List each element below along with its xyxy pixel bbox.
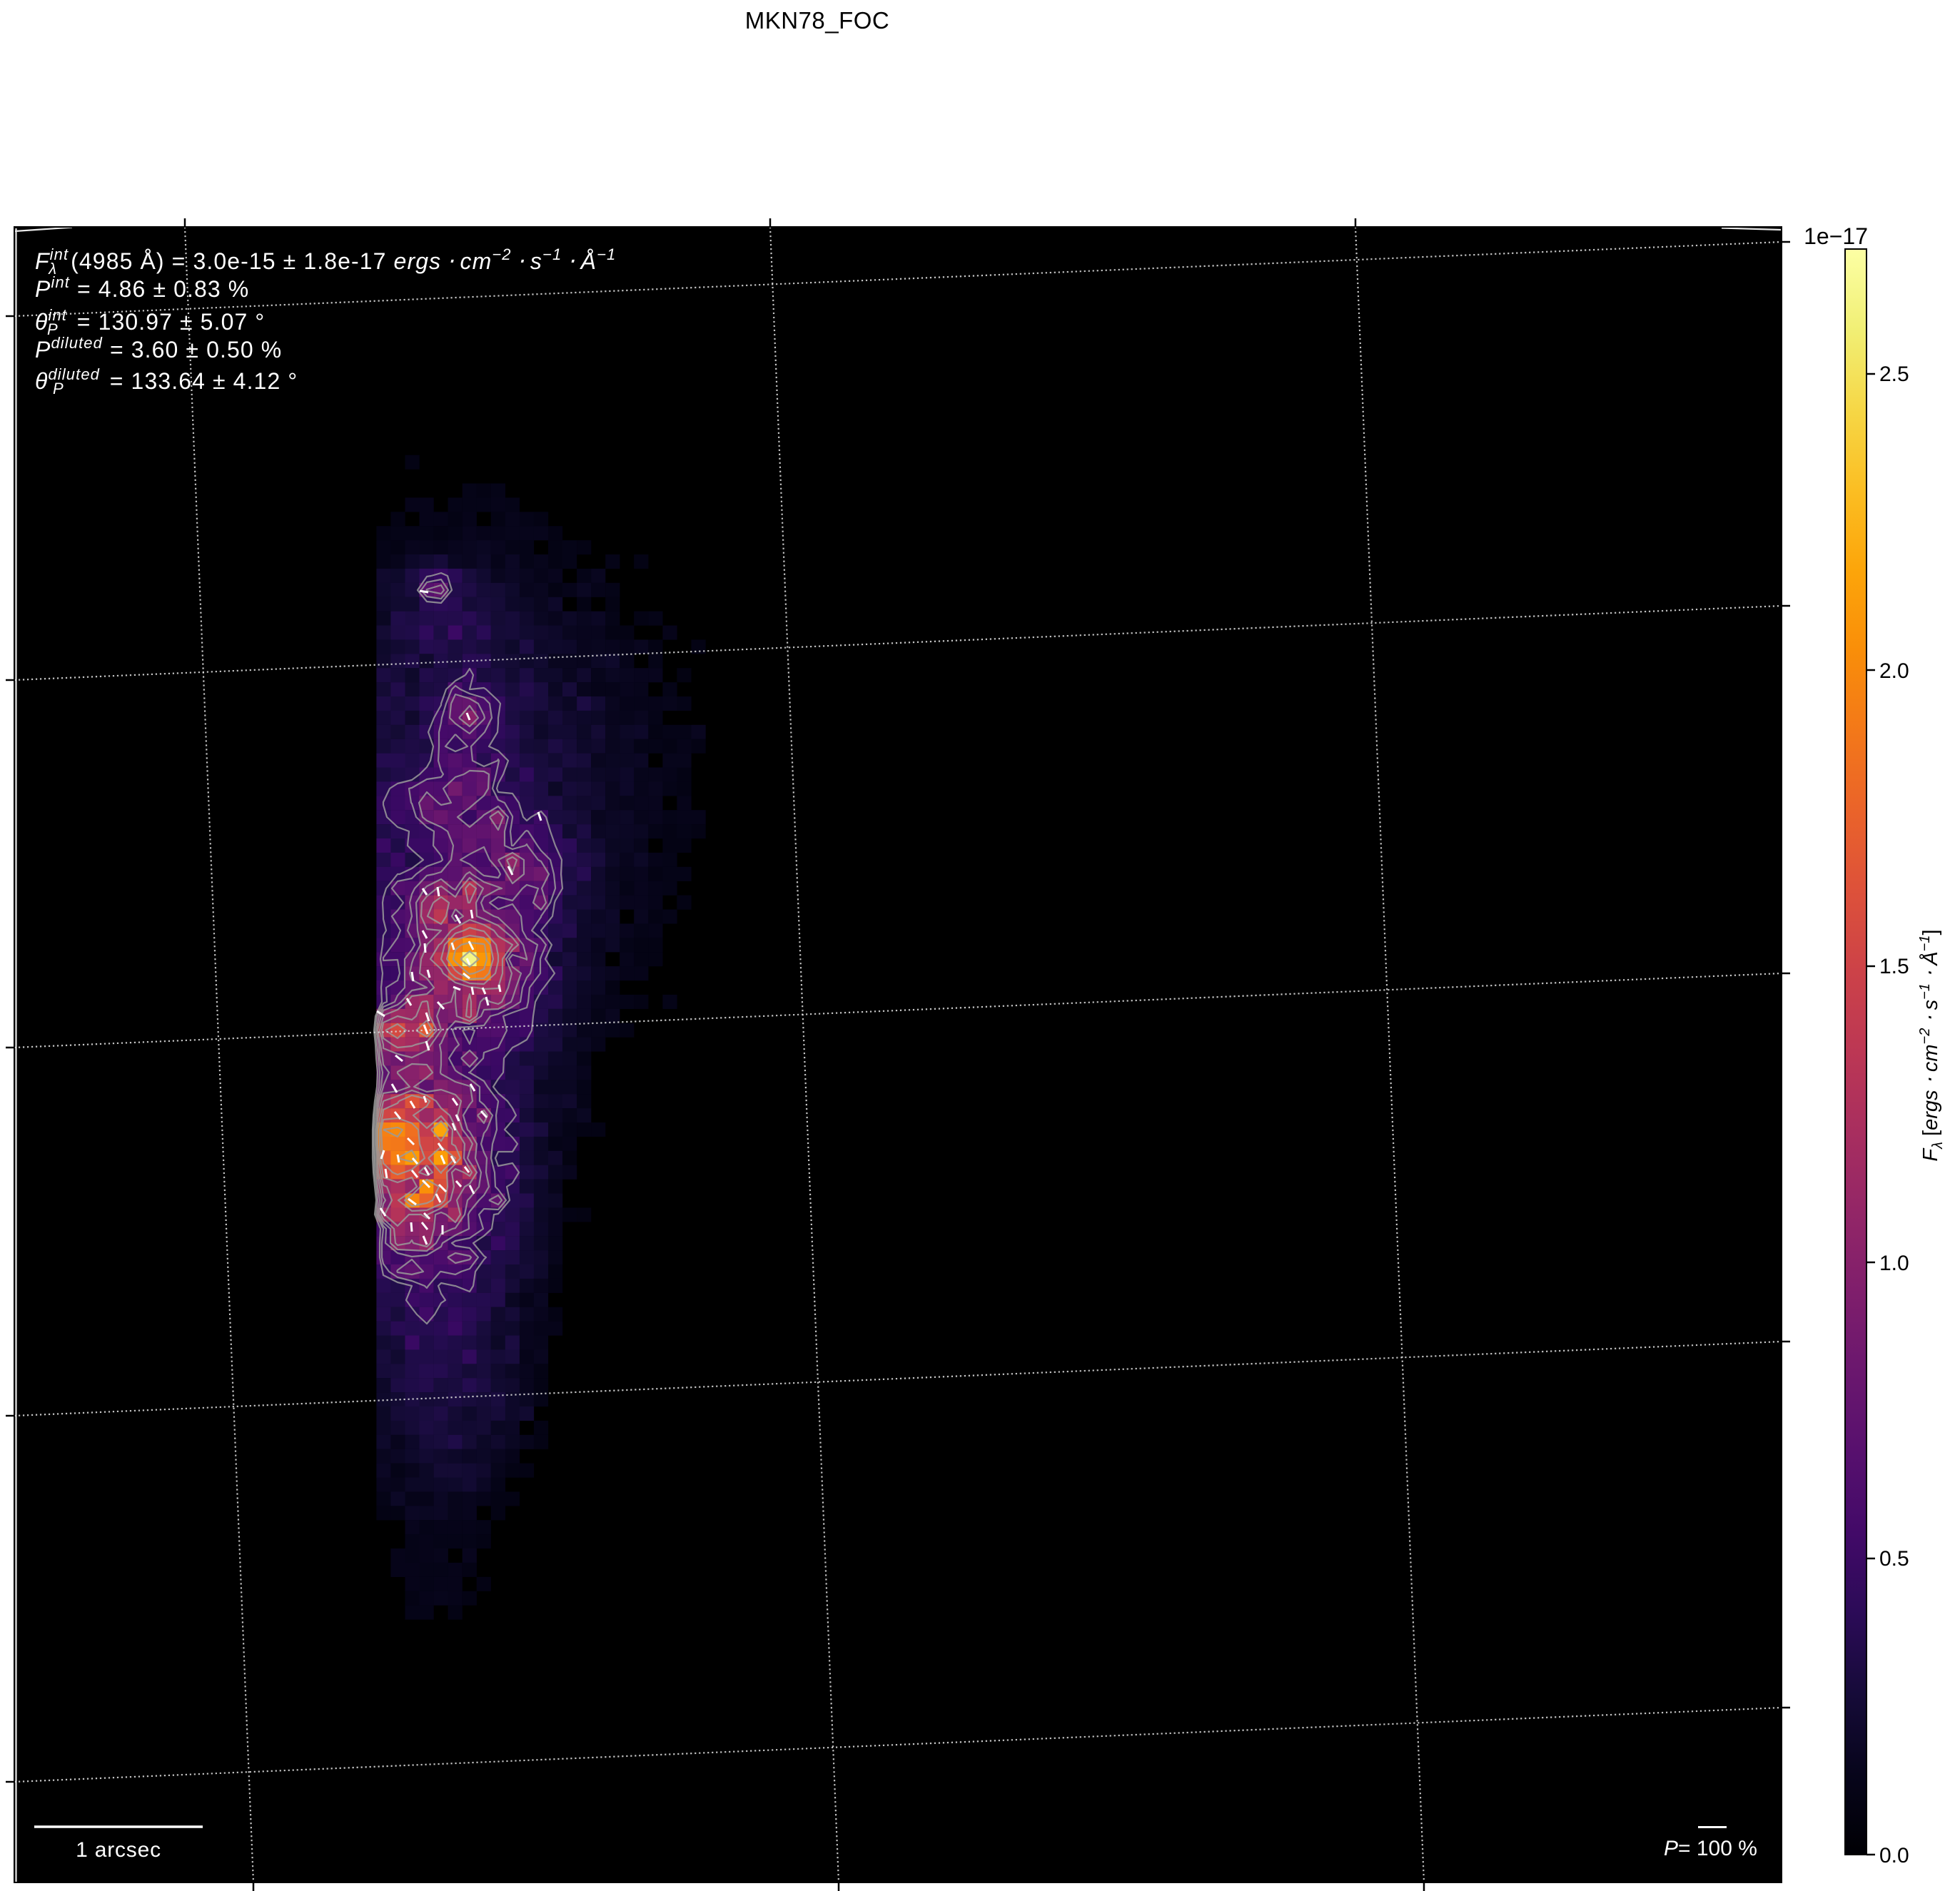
svg-text:2.5: 2.5 (1879, 363, 1909, 386)
svg-text:1.5: 1.5 (1879, 955, 1909, 978)
svg-text:P= 100 %: P= 100 % (1664, 1837, 1757, 1860)
svg-text:0.5: 0.5 (1879, 1547, 1909, 1571)
svg-text:0.0: 0.0 (1879, 1844, 1909, 1867)
svg-text:Fintλ(4985 Å) = 3.0e-15 ± 1.8e: Fint λ (4985 Å) = 3.0e-15 ± 1.8e-17 ergs ⋅… (35, 245, 616, 278)
svg-text:1.0: 1.0 (1879, 1252, 1909, 1275)
svg-text:MKN78_FOC: MKN78_FOC (745, 7, 890, 34)
svg-text:1 arcsec: 1 arcsec (76, 1838, 161, 1862)
svg-text:1e−17: 1e−17 (1804, 223, 1868, 249)
svg-text:2.0: 2.0 (1879, 659, 1909, 683)
svg-text:Fλ [ergs ⋅ cm−2 ⋅ s−1 ⋅ Å−1]: Fλ [ergs ⋅ cm−2 ⋅ s−1 ⋅ Å−1] (1917, 929, 1946, 1161)
